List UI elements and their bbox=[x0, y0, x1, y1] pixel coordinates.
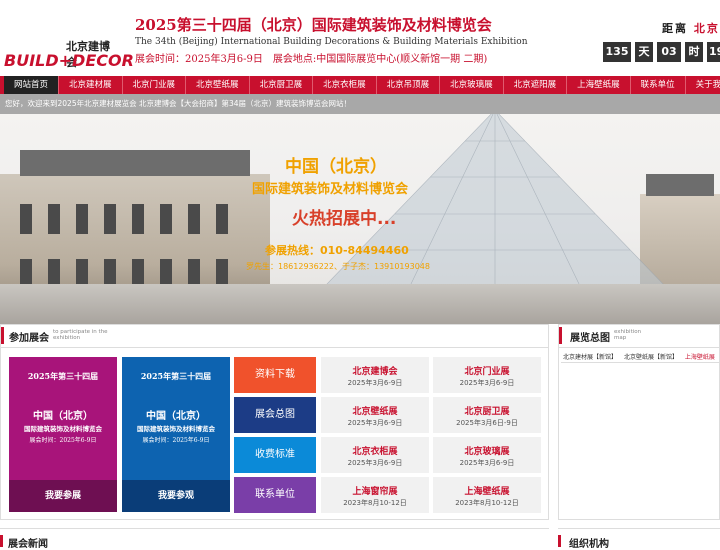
organization-section: 组织机构 bbox=[558, 528, 720, 550]
tab-beijing-building[interactable]: 北京建材展【新馆】 bbox=[563, 354, 617, 361]
card-date: 展会时间：2025年6-9日 bbox=[142, 437, 210, 444]
visit-card[interactable]: 2025年第三十四届 中国（北京） 国际建筑装饰及材料博览会 展会时间：2025… bbox=[122, 357, 230, 512]
exhibition-title-en: The 34th (Beijing) International Buildin… bbox=[135, 37, 528, 47]
exhibit-button[interactable]: 我要参展 bbox=[9, 480, 117, 512]
overview-title: 展览总图 bbox=[570, 333, 610, 344]
card-edition: 2025年第三十四届 bbox=[140, 371, 212, 381]
countdown-hours: 03 bbox=[657, 42, 681, 62]
nav-item-ceiling[interactable]: 北京吊顶展 bbox=[377, 76, 441, 94]
logo-wordmark: BUILD+DECOR bbox=[4, 51, 134, 70]
card-edition: 2025年第三十四届 bbox=[27, 371, 99, 381]
expo-link[interactable]: 北京建博会 2025年3月6-9日 bbox=[321, 357, 429, 393]
nav-item-sunshade[interactable]: 北京遮阳展 bbox=[504, 76, 568, 94]
site-header: 北京建博会 BUILD+DECOR 2025第三十四届（北京）国际建筑装饰及材料… bbox=[0, 0, 720, 76]
countdown-label: 距离 北京建 bbox=[662, 22, 720, 35]
countdown-days: 135 bbox=[603, 42, 631, 62]
card-expo-name: 国际建筑装饰及材料博览会 bbox=[137, 425, 215, 433]
nav-item-shanghai-wallpaper[interactable]: 上海壁纸展 bbox=[567, 76, 631, 94]
banner-contacts: 罗先生：18612936222、于子杰：13910193048 bbox=[246, 262, 430, 271]
nav-item-wallpaper[interactable]: 北京壁纸展 bbox=[186, 76, 250, 94]
fee-standard-button[interactable]: 收费标准 bbox=[234, 437, 316, 473]
organization-title: 组织机构 bbox=[569, 539, 609, 550]
floor-plan-button[interactable]: 展会总图 bbox=[234, 397, 316, 433]
countdown-minutes: 19 bbox=[707, 42, 720, 62]
participate-header: 参加展会 to participate in the exhibition bbox=[1, 325, 548, 348]
tab-shanghai-wallpaper[interactable]: 上海壁纸展 bbox=[685, 354, 715, 361]
exhibition-info: 展会时间：2025年3月6-9日 展会地点:中国国际展览中心(顺义新馆一期 二期… bbox=[135, 54, 488, 65]
site-logo[interactable]: 北京建博会 BUILD+DECOR bbox=[2, 18, 134, 70]
banner-plaza bbox=[0, 284, 720, 324]
news-title: 展会新闻 bbox=[8, 539, 48, 550]
expo-link[interactable]: 北京壁纸展 2025年3月6-9日 bbox=[321, 397, 429, 433]
expo-link[interactable]: 上海壁纸展 2023年8月10-12日 bbox=[433, 477, 541, 513]
expo-link[interactable]: 上海窗帘展 2023年8月10-12日 bbox=[321, 477, 429, 513]
expo-link[interactable]: 北京门业展 2025年3月6-9日 bbox=[433, 357, 541, 393]
nav-item-wardrobe[interactable]: 北京衣柜展 bbox=[313, 76, 377, 94]
visit-button[interactable]: 我要参观 bbox=[122, 480, 230, 512]
participate-subtitle: to participate in the exhibition bbox=[53, 329, 108, 341]
overview-panel: 展览总图 exhibition map 北京建材展【新馆】 北京壁纸展【新馆】 … bbox=[558, 324, 720, 520]
banner-hotline: 参展热线：010-84494460 bbox=[265, 244, 409, 257]
banner-expo-name: 国际建筑装饰及材料博览会 bbox=[252, 182, 409, 197]
expo-link[interactable]: 北京厨卫展 2025年3月6日-9日 bbox=[433, 397, 541, 433]
nav-item-doors[interactable]: 北京门业展 bbox=[123, 76, 187, 94]
expo-link[interactable]: 北京衣柜展 2025年3月6-9日 bbox=[321, 437, 429, 473]
overview-header: 展览总图 exhibition map bbox=[559, 325, 719, 348]
exhibition-title: 2025第三十四届（北京）国际建筑装饰及材料博览会 bbox=[135, 16, 492, 34]
card-city: 中国（北京） bbox=[33, 411, 93, 422]
countdown-hours-unit: 时 bbox=[685, 42, 703, 62]
nav-item-home[interactable]: 网站首页 bbox=[4, 76, 60, 94]
banner-headline: 中国（北京） bbox=[285, 157, 387, 177]
nav-item-building-materials[interactable]: 北京建材展 bbox=[59, 76, 123, 94]
countdown-days-unit: 天 bbox=[635, 42, 653, 62]
exhibit-card[interactable]: 2025年第三十四届 中国（北京） 国际建筑装饰及材料博览会 展会时间：2025… bbox=[9, 357, 117, 512]
overview-subtitle: exhibition map bbox=[614, 329, 642, 341]
card-date: 展会时间：2025年6-9日 bbox=[29, 437, 97, 444]
nav-item-kitchen-bath[interactable]: 北京厨卫展 bbox=[250, 76, 314, 94]
download-button[interactable]: 资料下载 bbox=[234, 357, 316, 393]
news-section: 展会新闻 bbox=[0, 528, 549, 550]
tab-divider bbox=[561, 362, 720, 363]
welcome-bar: 您好，欢迎来到2025年北京建材展览会 北京建博会【大会招商】第34届（北京）建… bbox=[0, 94, 720, 114]
contact-button[interactable]: 联系单位 bbox=[234, 477, 316, 513]
participate-title: 参加展会 bbox=[9, 333, 49, 344]
card-city: 中国（北京） bbox=[146, 411, 206, 422]
nav-item-contact[interactable]: 联系单位 bbox=[631, 76, 686, 94]
card-expo-name: 国际建筑装饰及材料博览会 bbox=[24, 425, 102, 433]
tab-beijing-wallpaper[interactable]: 北京壁纸展【新馆】 bbox=[624, 354, 678, 361]
nav-item-glass[interactable]: 北京玻璃展 bbox=[440, 76, 504, 94]
nav-item-about[interactable]: 关于我们 bbox=[686, 76, 720, 94]
overview-tabs: 北京建材展【新馆】 北京壁纸展【新馆】 上海壁纸展 bbox=[563, 352, 720, 361]
banner-recruiting: 火热招展中... bbox=[292, 209, 397, 229]
main-nav: 网站首页 北京建材展 北京门业展 北京壁纸展 北京厨卫展 北京衣柜展 北京吊顶展… bbox=[0, 76, 720, 94]
hero-banner[interactable]: 中国（北京） 国际建筑装饰及材料博览会 火热招展中... 参展热线：010-84… bbox=[0, 114, 720, 324]
expo-link[interactable]: 北京玻璃展 2025年3月6-9日 bbox=[433, 437, 541, 473]
participate-panel: 参加展会 to participate in the exhibition 20… bbox=[0, 324, 549, 520]
